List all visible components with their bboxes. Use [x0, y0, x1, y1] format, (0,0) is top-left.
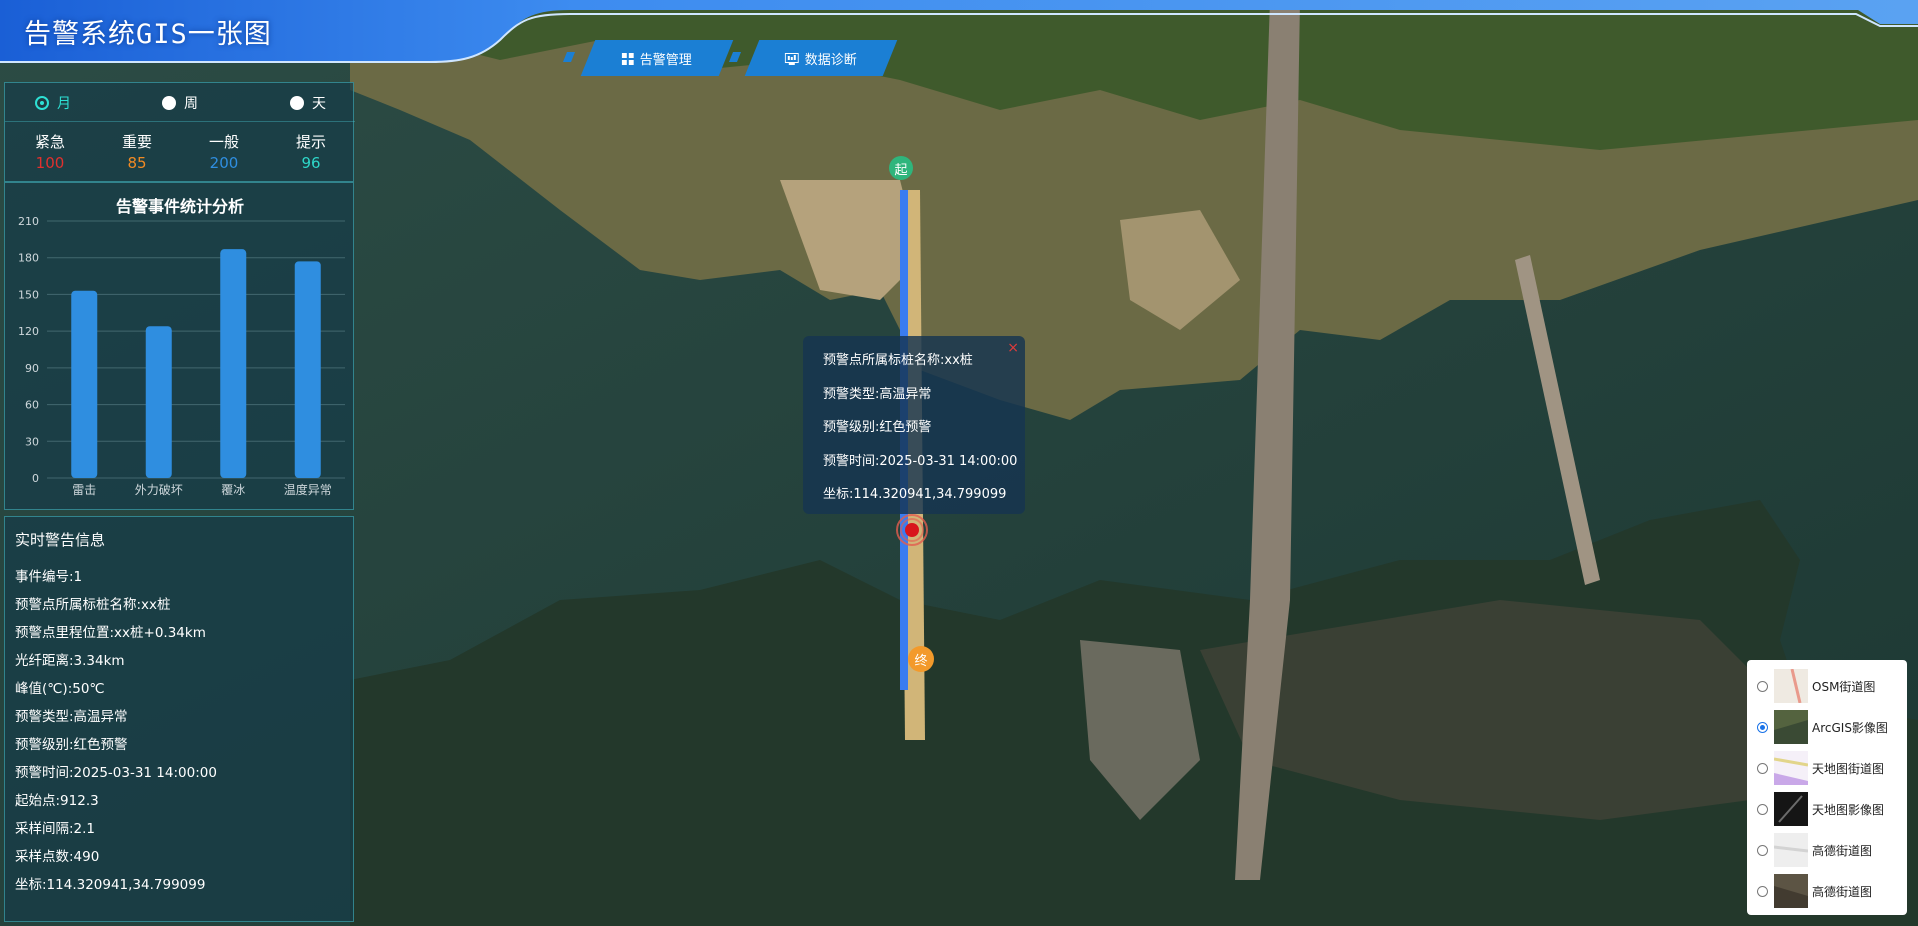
alarm-point-marker[interactable]: [895, 513, 929, 547]
realtime-alert-panel: 实时警告信息 事件编号:1 预警点所属标桩名称:xx桩 预警点里程位置:xx桩+…: [4, 516, 354, 922]
app-header: 告警系统GIS一张图 告警管理 数据诊断: [0, 0, 1918, 80]
info-line: 预警点所属标桩名称:xx桩: [15, 597, 171, 613]
level-urgent: 紧急 100: [15, 131, 85, 172]
y-tick-label: 150: [18, 288, 39, 301]
y-tick-label: 180: [18, 252, 39, 265]
x-tick-label: 外力破坏: [135, 482, 183, 497]
level-value: 100: [35, 154, 65, 172]
y-tick-label: 60: [25, 399, 39, 412]
divider: [5, 121, 355, 122]
info-line: 光纤距离:3.34km: [15, 653, 125, 669]
y-tick-label: 30: [25, 435, 39, 448]
header-banner: [0, 0, 1918, 63]
info-line: 坐标:114.320941,34.799099: [15, 877, 206, 893]
radio-icon[interactable]: [1757, 885, 1768, 897]
period-month[interactable]: 月: [35, 93, 71, 113]
level-name: 紧急: [34, 133, 65, 151]
radio-icon[interactable]: [1757, 762, 1768, 774]
y-tick-label: 210: [18, 215, 39, 228]
layer-arcgis-imagery[interactable]: ArcGIS影像图: [1747, 708, 1907, 746]
popup-line: 预警点所属标桩名称:xx桩: [823, 353, 973, 368]
period-day[interactable]: 天: [290, 93, 326, 113]
info-line: 预警类型:高温异常: [15, 709, 128, 725]
level-important: 重要 85: [102, 131, 172, 172]
satellite-thumbnail: [1774, 792, 1808, 826]
layer-label: 天地图街道图: [1812, 761, 1885, 776]
street-map-thumbnail: [1774, 833, 1808, 867]
y-tick-label: 90: [25, 362, 39, 375]
panel-title: 实时警告信息: [15, 531, 106, 549]
bar: [71, 290, 98, 478]
tab-data-diagnosis[interactable]: 数据诊断: [744, 40, 898, 76]
info-line: 预警级别:红色预警: [15, 737, 128, 753]
grid-icon: [621, 52, 634, 64]
layer-gaode-street[interactable]: 高德街道图: [1747, 831, 1907, 869]
tab-label: 告警管理: [639, 52, 692, 68]
bar: [220, 249, 247, 478]
street-map-thumbnail: [1774, 751, 1808, 785]
info-line: 预警时间:2025-03-31 14:00:00: [15, 765, 217, 781]
bar: [145, 326, 172, 478]
level-value: 85: [127, 154, 147, 172]
layer-gaode-street-2[interactable]: 高德街道图: [1747, 872, 1907, 910]
layer-label: 天地图影像图: [1812, 802, 1885, 817]
layer-label: ArcGIS影像图: [1812, 720, 1888, 735]
radio-icon[interactable]: [1757, 680, 1768, 692]
x-tick-label: 温度异常: [284, 482, 332, 497]
bar-chart: 0 30 60 90 120 150 180 210 雷击 外力破坏 覆冰 温度异常: [18, 215, 345, 497]
y-tick-label: 120: [18, 325, 39, 338]
popup-line: 预警级别:红色预警: [823, 420, 932, 435]
satellite-thumbnail: [1774, 710, 1808, 744]
tab-label: 数据诊断: [804, 52, 857, 68]
street-map-thumbnail: [1774, 669, 1808, 703]
level-hint: 提示 96: [276, 131, 346, 172]
tab-alarm-management[interactable]: 告警管理: [580, 40, 734, 76]
period-week[interactable]: 周: [162, 93, 198, 113]
level-normal: 一般 200: [189, 131, 259, 172]
level-name: 重要: [121, 133, 152, 151]
level-value: 200: [209, 154, 239, 172]
satellite-thumbnail: [1774, 874, 1808, 908]
period-label: 月: [57, 96, 71, 112]
y-tick-label: 0: [32, 472, 39, 485]
level-name: 提示: [295, 133, 326, 151]
popup-line: 预警类型:高温异常: [823, 387, 932, 402]
page-title: 告警系统GIS一张图: [24, 19, 272, 50]
info-line: 采样间隔:2.1: [15, 821, 96, 837]
radio-icon[interactable]: [1757, 803, 1768, 815]
info-line: 峰值(℃):50℃: [15, 681, 105, 697]
layer-osm-street[interactable]: OSM街道图: [1747, 667, 1907, 705]
chart-panel: 告警事件统计分析 0 30 60 90 120 150 180 210 雷击 外力破坏 覆冰 温度异常: [4, 182, 354, 510]
layer-tianditu-street[interactable]: 天地图街道图: [1747, 749, 1907, 787]
summary-panel: 月 周 天 紧急 100 重要 85 一般 200 提示 96: [4, 82, 355, 182]
basemap-switcher: OSM街道图 ArcGIS影像图 天地图街道图 天地图影像图 高德街道图 高德街…: [1747, 660, 1907, 915]
period-label: 周: [184, 96, 198, 112]
layer-label: OSM街道图: [1812, 679, 1876, 694]
layer-tianditu-imagery[interactable]: 天地图影像图: [1747, 790, 1907, 828]
bar: [294, 261, 321, 478]
level-value: 96: [301, 154, 321, 172]
monitor-icon: [784, 52, 799, 64]
close-icon[interactable]: ×: [1007, 340, 1019, 356]
x-tick-label: 覆冰: [221, 483, 245, 497]
alarm-popup: × 预警点所属标桩名称:xx桩 预警类型:高温异常 预警级别:红色预警 预警时间…: [803, 336, 1025, 514]
period-label: 天: [312, 96, 326, 112]
radio-icon[interactable]: [1757, 721, 1768, 733]
info-line: 采样点数:490: [15, 849, 100, 865]
route-start-marker[interactable]: 起: [889, 156, 913, 180]
radio-icon: [35, 96, 49, 110]
popup-line: 预警时间:2025-03-31 14:00:00: [823, 454, 1018, 469]
layer-label: 高德街道图: [1812, 843, 1873, 858]
route-end-marker[interactable]: 终: [908, 646, 934, 672]
info-line: 起始点:912.3: [15, 793, 99, 809]
radio-icon: [290, 96, 304, 110]
info-line: 事件编号:1: [15, 569, 83, 585]
radio-icon[interactable]: [1757, 844, 1768, 856]
info-line: 预警点里程位置:xx桩+0.34km: [15, 625, 206, 641]
radio-icon: [162, 96, 176, 110]
layer-label: 高德街道图: [1812, 884, 1873, 899]
popup-line: 坐标:114.320941,34.799099: [823, 487, 1007, 502]
level-name: 一般: [208, 133, 239, 151]
x-tick-label: 雷击: [72, 483, 96, 497]
